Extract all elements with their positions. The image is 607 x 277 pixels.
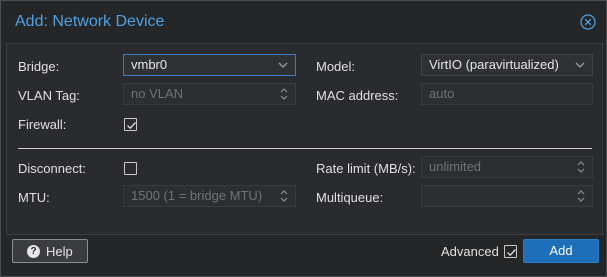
spinner-icon[interactable] bbox=[576, 188, 586, 204]
add-button[interactable]: Add bbox=[523, 239, 599, 263]
dialog-footer: ? Help Advanced Add bbox=[1, 235, 606, 276]
rate-limit-input[interactable]: unlimited bbox=[421, 156, 593, 178]
spinner-icon[interactable] bbox=[279, 86, 289, 102]
spinner-icon[interactable] bbox=[279, 188, 289, 204]
mac-address-label: MAC address: bbox=[316, 88, 399, 103]
section-divider bbox=[18, 148, 592, 149]
help-button[interactable]: ? Help bbox=[12, 239, 88, 263]
bridge-select[interactable]: vmbr0 bbox=[123, 54, 296, 76]
bridge-label: Bridge: bbox=[18, 59, 60, 74]
add-network-device-dialog: Add: Network Device Bridge: vmbr0 Model:… bbox=[0, 0, 607, 277]
mtu-placeholder: 1500 (1 = bridge MTU) bbox=[131, 188, 263, 203]
checkmark-icon bbox=[127, 122, 136, 130]
form-body: Bridge: vmbr0 Model: VirtIO (paravirtual… bbox=[6, 43, 603, 235]
model-select[interactable]: VirtIO (paravirtualized) bbox=[421, 54, 593, 76]
spinner-icon[interactable] bbox=[576, 159, 586, 175]
model-label: Model: bbox=[316, 59, 356, 74]
rate-limit-placeholder: unlimited bbox=[429, 159, 482, 174]
chevron-down-icon bbox=[278, 62, 288, 68]
vlan-tag-label: VLAN Tag: bbox=[18, 88, 80, 103]
disconnect-label: Disconnect: bbox=[18, 161, 86, 176]
question-circle-icon: ? bbox=[27, 245, 40, 258]
multiqueue-input[interactable] bbox=[421, 185, 593, 207]
chevron-down-icon bbox=[575, 62, 585, 68]
mtu-input[interactable]: 1500 (1 = bridge MTU) bbox=[123, 185, 296, 207]
advanced-checkbox[interactable] bbox=[504, 245, 517, 258]
mtu-label: MTU: bbox=[18, 190, 50, 205]
checkmark-icon bbox=[507, 249, 516, 257]
firewall-label: Firewall: bbox=[18, 117, 67, 132]
rate-limit-label: Rate limit (MB/s): bbox=[316, 161, 416, 176]
model-value: VirtIO (paravirtualized) bbox=[429, 57, 559, 72]
bridge-value: vmbr0 bbox=[131, 57, 168, 72]
disconnect-checkbox[interactable] bbox=[124, 162, 137, 175]
dialog-titlebar: Add: Network Device bbox=[1, 1, 606, 43]
mac-address-placeholder: auto bbox=[429, 86, 455, 101]
advanced-label: Advanced bbox=[441, 244, 499, 259]
close-icon[interactable] bbox=[580, 14, 596, 30]
dialog-title: Add: Network Device bbox=[15, 13, 165, 30]
multiqueue-label: Multiqueue: bbox=[316, 190, 384, 205]
firewall-checkbox[interactable] bbox=[124, 118, 137, 131]
mac-address-input[interactable]: auto bbox=[421, 83, 593, 105]
vlan-tag-placeholder: no VLAN bbox=[131, 86, 184, 101]
vlan-tag-input[interactable]: no VLAN bbox=[123, 83, 296, 105]
help-button-label: Help bbox=[46, 244, 73, 259]
